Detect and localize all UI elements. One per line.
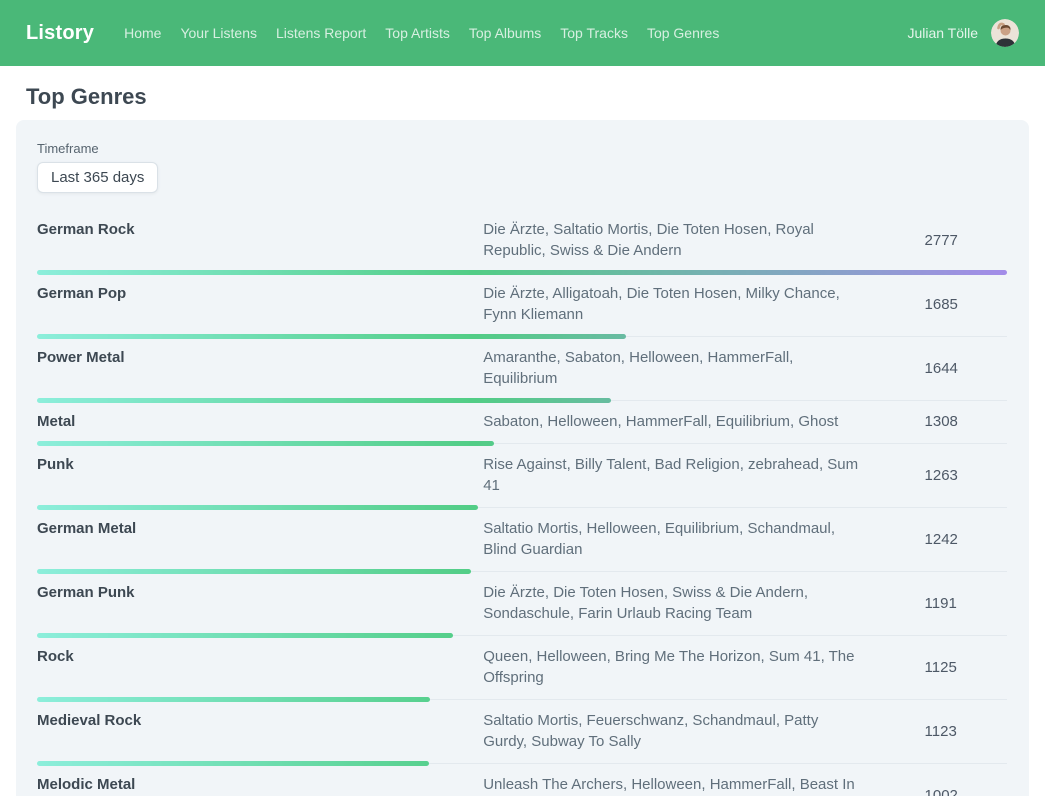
genre-count: 1123 bbox=[925, 710, 1007, 752]
genre-count: 1644 bbox=[925, 347, 1007, 389]
nav-item-home[interactable]: Home bbox=[124, 25, 161, 41]
nav-links: Home Your Listens Listens Report Top Art… bbox=[124, 25, 719, 41]
nav-item-listens-report[interactable]: Listens Report bbox=[276, 25, 366, 41]
genre-name: Rock bbox=[37, 646, 483, 688]
genre-name: Power Metal bbox=[37, 347, 483, 389]
genre-name: Melodic Metal bbox=[37, 774, 483, 796]
genre-artists: Die Ärzte, Die Toten Hosen, Swiss & Die … bbox=[483, 582, 924, 624]
genre-artists: Unleash The Archers, Helloween, HammerFa… bbox=[483, 774, 924, 796]
brand-logo[interactable]: Listory bbox=[26, 22, 94, 45]
timeframe-label: Timeframe bbox=[37, 141, 1007, 156]
main-content: Top Genres Timeframe Last 365 days Germa… bbox=[0, 84, 1045, 796]
genre-row: Power Metal Amaranthe, Sabaton, Hellowee… bbox=[37, 337, 1007, 401]
page-title: Top Genres bbox=[26, 84, 1029, 110]
user-menu[interactable]: Julian Tölle bbox=[907, 19, 1019, 47]
genre-row: Rock Queen, Helloween, Bring Me The Hori… bbox=[37, 636, 1007, 700]
genres-table: German Rock Die Ärzte, Saltatio Mortis, … bbox=[37, 209, 1007, 796]
genre-row: Punk Rise Against, Billy Talent, Bad Rel… bbox=[37, 444, 1007, 508]
nav-item-top-albums[interactable]: Top Albums bbox=[469, 25, 541, 41]
genre-artists: Die Ärzte, Alligatoah, Die Toten Hosen, … bbox=[483, 283, 924, 325]
genre-row: German Metal Saltatio Mortis, Helloween,… bbox=[37, 508, 1007, 572]
genre-count: 1263 bbox=[925, 454, 1007, 496]
user-photo-icon bbox=[991, 19, 1019, 47]
genre-row: Melodic Metal Unleash The Archers, Hello… bbox=[37, 764, 1007, 796]
genre-artists: Queen, Helloween, Bring Me The Horizon, … bbox=[483, 646, 924, 688]
genre-row: Medieval Rock Saltatio Mortis, Feuerschw… bbox=[37, 700, 1007, 764]
genre-count: 1685 bbox=[925, 283, 1007, 325]
genre-artists: Saltatio Mortis, Helloween, Equilibrium,… bbox=[483, 518, 924, 560]
genre-name: German Punk bbox=[37, 582, 483, 624]
genre-count: 1308 bbox=[925, 411, 1007, 432]
genre-name: Punk bbox=[37, 454, 483, 496]
user-name: Julian Tölle bbox=[907, 25, 978, 41]
genre-artists: Rise Against, Billy Talent, Bad Religion… bbox=[483, 454, 924, 496]
genre-artists: Saltatio Mortis, Feuerschwanz, Schandmau… bbox=[483, 710, 924, 752]
genre-name: German Metal bbox=[37, 518, 483, 560]
genre-name: German Pop bbox=[37, 283, 483, 325]
genre-row: German Pop Die Ärzte, Alligatoah, Die To… bbox=[37, 273, 1007, 337]
genre-artists: Amaranthe, Sabaton, Helloween, HammerFal… bbox=[483, 347, 924, 389]
nav-item-top-genres[interactable]: Top Genres bbox=[647, 25, 719, 41]
genre-name: German Rock bbox=[37, 219, 483, 261]
genre-count: 1125 bbox=[925, 646, 1007, 688]
nav-item-top-artists[interactable]: Top Artists bbox=[385, 25, 450, 41]
nav-item-your-listens[interactable]: Your Listens bbox=[180, 25, 257, 41]
nav-item-top-tracks[interactable]: Top Tracks bbox=[560, 25, 628, 41]
navbar: Listory Home Your Listens Listens Report… bbox=[0, 0, 1045, 66]
genre-row: German Punk Die Ärzte, Die Toten Hosen, … bbox=[37, 572, 1007, 636]
timeframe-select[interactable]: Last 365 days bbox=[37, 162, 158, 193]
genre-row: Metal Sabaton, Helloween, HammerFall, Eq… bbox=[37, 401, 1007, 444]
genre-name: Medieval Rock bbox=[37, 710, 483, 752]
top-genres-card: Timeframe Last 365 days German Rock Die … bbox=[16, 120, 1029, 796]
genre-artists: Die Ärzte, Saltatio Mortis, Die Toten Ho… bbox=[483, 219, 924, 261]
genre-artists: Sabaton, Helloween, HammerFall, Equilibr… bbox=[483, 411, 924, 432]
genre-name: Metal bbox=[37, 411, 483, 432]
genre-count: 1242 bbox=[925, 518, 1007, 560]
genre-count: 1002 bbox=[925, 774, 1007, 796]
genre-row: German Rock Die Ärzte, Saltatio Mortis, … bbox=[37, 209, 1007, 273]
user-avatar[interactable] bbox=[991, 19, 1019, 47]
genre-count: 2777 bbox=[925, 219, 1007, 261]
genre-count: 1191 bbox=[925, 582, 1007, 624]
